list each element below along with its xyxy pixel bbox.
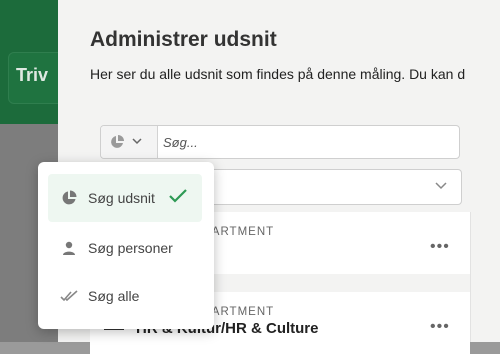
dropdown-item-label: Søg alle <box>88 288 140 304</box>
dropdown-item-search-persons[interactable]: Søg personer <box>48 224 202 272</box>
person-icon <box>63 241 75 255</box>
search-input[interactable] <box>159 126 462 158</box>
search-type-toggle[interactable] <box>101 126 158 158</box>
dropdown-item-search-segments[interactable]: Søg udsnit <box>48 174 202 222</box>
check-icon <box>169 189 187 203</box>
background-tab-label: Triv <box>16 65 49 85</box>
chevron-down-icon <box>132 138 142 145</box>
pie-chart-icon <box>111 135 124 148</box>
dropdown-item-label: Søg personer <box>88 240 173 256</box>
panel-title: Administrer udsnit <box>90 28 277 51</box>
search-type-dropdown: Søg udsnit Søg personer Søg alle <box>38 162 214 329</box>
pie-chart-icon <box>62 190 77 205</box>
double-check-icon <box>60 290 78 302</box>
more-options-icon[interactable]: ••• <box>430 318 450 336</box>
column-divider <box>470 212 471 342</box>
search-bar <box>100 125 462 159</box>
dropdown-item-search-all[interactable]: Søg alle <box>48 272 202 320</box>
chevron-down-icon <box>435 182 447 190</box>
more-options-icon[interactable]: ••• <box>430 238 450 256</box>
panel-description: Her ser du alle udsnit som findes på den… <box>90 66 466 82</box>
dropdown-item-label: Søg udsnit <box>88 190 155 206</box>
